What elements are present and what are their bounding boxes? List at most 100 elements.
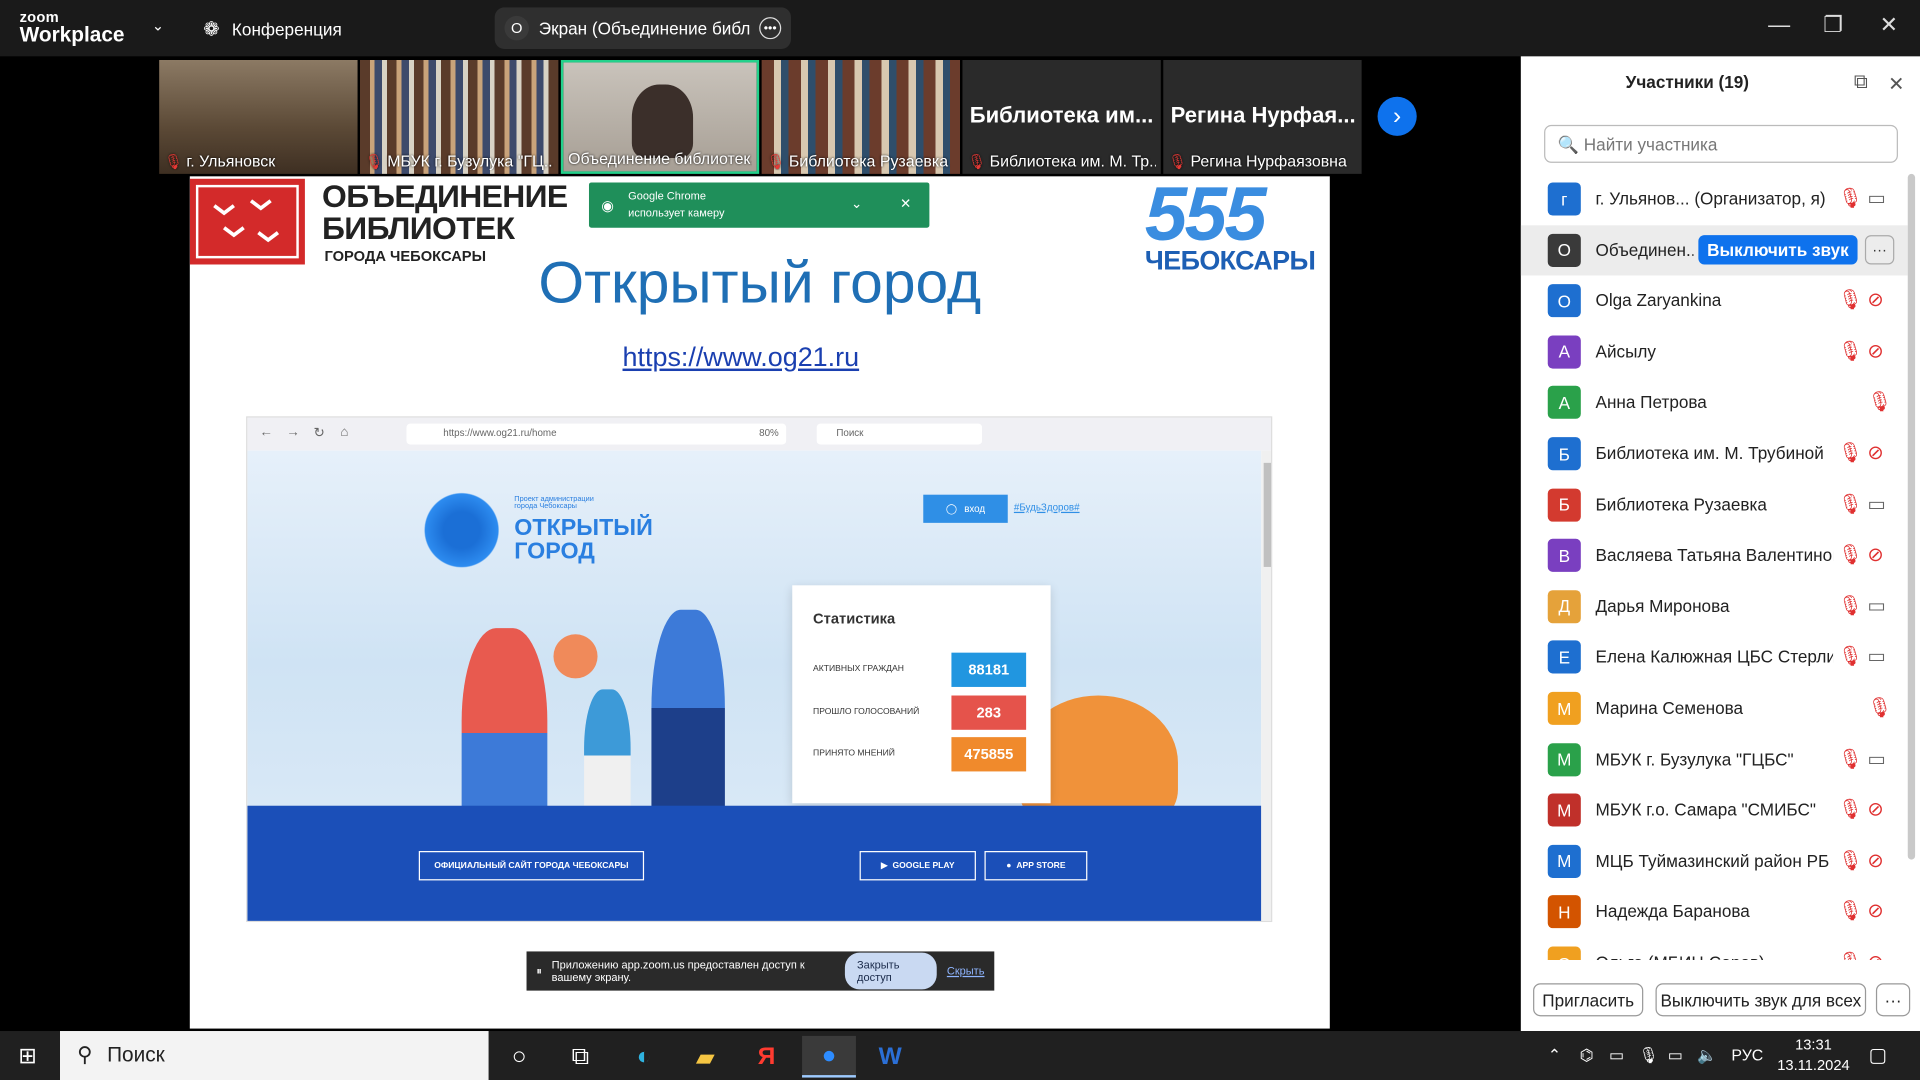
- apple-icon: ●: [1006, 861, 1012, 871]
- chevron-down-icon[interactable]: ⌄: [851, 196, 862, 212]
- notifications-icon[interactable]: ▢: [1869, 1043, 1888, 1067]
- more-options-button[interactable]: ···: [1875, 983, 1911, 1017]
- pop-out-icon[interactable]: ⧉: [1854, 72, 1868, 94]
- mic-muted-icon[interactable]: 🎙: [1838, 746, 1863, 770]
- close-icon[interactable]: ✕: [900, 196, 911, 212]
- participant-row[interactable]: Д Дарья Миронова 🎙 ▭: [1521, 581, 1908, 631]
- mic-muted-icon: 🎙: [364, 153, 384, 171]
- participant-row[interactable]: М Марина Семенова 🎙: [1521, 683, 1908, 733]
- participant-row[interactable]: Н Надежда Баранова 🎙 ⊘: [1521, 887, 1908, 937]
- camera-off-icon[interactable]: ⊘: [1867, 950, 1883, 960]
- app-store-button: ● APP STORE: [984, 851, 1088, 881]
- mic-muted-icon[interactable]: 🎙: [1838, 848, 1863, 872]
- mic-muted-icon[interactable]: 🎙: [1838, 441, 1863, 465]
- mic-muted-icon[interactable]: 🎙: [1838, 645, 1863, 669]
- participant-name: Надежда Баранова: [1595, 901, 1750, 922]
- participant-row[interactable]: Б Библиотека им. М. Трубиной 🎙 ⊘: [1521, 429, 1908, 479]
- mic-muted-icon[interactable]: 🎙: [1838, 950, 1863, 960]
- participant-row[interactable]: O Olga Zaryankina 🎙 ⊘: [1521, 276, 1908, 326]
- invite-button[interactable]: Пригласить: [1533, 983, 1644, 1017]
- video-tile[interactable]: 🎙 г. Ульяновск: [159, 60, 358, 174]
- mic-muted-icon[interactable]: 🎙: [1838, 797, 1863, 821]
- avatar: Е: [1547, 640, 1581, 674]
- close-button[interactable]: ✕: [1880, 12, 1898, 38]
- mic-muted-icon[interactable]: 🎙: [1838, 594, 1863, 618]
- mic-muted-icon[interactable]: 🎙: [1838, 339, 1863, 363]
- windows-start-icon[interactable]: ⊞: [18, 1043, 36, 1069]
- mic-muted-icon[interactable]: 🎙: [1838, 899, 1863, 923]
- edge-icon[interactable]: ◐: [617, 1036, 671, 1078]
- participant-row[interactable]: А Айсылу 🎙 ⊘: [1521, 327, 1908, 377]
- microphone-icon[interactable]: 🎙: [1638, 1046, 1658, 1066]
- participant-search-input[interactable]: 🔍 Найти участника: [1544, 124, 1898, 163]
- clock[interactable]: 13:31 13.11.2024: [1771, 1035, 1857, 1077]
- camera-off-icon[interactable]: ⊘: [1867, 543, 1883, 567]
- video-tile-off[interactable]: Регина Нурфая... 🎙 Регина Нурфаязовна: [1163, 60, 1362, 174]
- participant-row[interactable]: О Ольга (МБИЦ Саров) 🎙 ⊘: [1521, 938, 1908, 961]
- participant-row[interactable]: А Анна Петрова 🎙: [1521, 378, 1908, 428]
- mute-participant-button[interactable]: Выключить звук: [1698, 234, 1858, 264]
- zoom-icon[interactable]: ●: [802, 1035, 856, 1078]
- participant-row[interactable]: Е Елена Калюжная ЦБС Стерлита...🎙▭: [1521, 632, 1908, 682]
- restore-button[interactable]: ❐: [1823, 12, 1843, 38]
- video-tile[interactable]: 🎙 Библиотека Рузаевка: [761, 60, 961, 174]
- cortana-icon[interactable]: ○: [492, 1036, 546, 1078]
- mic-muted-icon[interactable]: 🎙: [1838, 543, 1863, 567]
- camera-icon[interactable]: ▭: [1867, 746, 1886, 770]
- mic-muted-icon[interactable]: 🎙: [1838, 288, 1863, 312]
- display-icon[interactable]: ▭: [1668, 1046, 1683, 1066]
- camera-off-icon[interactable]: ⊘: [1867, 899, 1883, 923]
- participant-row[interactable]: М МБУК г. Бузулука "ГЦБС" 🎙 ▭: [1521, 734, 1908, 784]
- participant-row[interactable]: О Объединен... Выключить звук ···: [1520, 224, 1908, 276]
- taskbar-search[interactable]: ⚲ Поиск: [60, 1031, 489, 1080]
- more-options-icon[interactable]: •••: [759, 17, 782, 40]
- mic-muted-icon[interactable]: 🎙: [1867, 696, 1892, 720]
- camera-off-icon[interactable]: ⊘: [1867, 797, 1883, 821]
- camera-icon[interactable]: ▭: [1867, 594, 1886, 618]
- minimize-button[interactable]: —: [1768, 12, 1790, 38]
- video-tile[interactable]: 🎙 МБУК г. Бузулука "ГЦ...: [360, 60, 559, 174]
- avatar: Д: [1547, 589, 1581, 624]
- camera-icon[interactable]: ▭: [1867, 186, 1886, 210]
- tile-name: Объединение библиотек...: [568, 149, 752, 168]
- camera-icon[interactable]: ▭: [1867, 492, 1886, 516]
- volume-icon[interactable]: 🔈: [1697, 1046, 1717, 1066]
- hide-link[interactable]: Скрыть: [947, 965, 985, 977]
- participant-row[interactable]: М МБУК г.о. Самара "СМИБС" 🎙 ⊘: [1521, 785, 1908, 835]
- word-icon[interactable]: W: [863, 1036, 917, 1078]
- yandex-icon[interactable]: Я: [740, 1036, 794, 1078]
- slide-link[interactable]: https://www.og21.ru: [190, 342, 1292, 374]
- close-icon[interactable]: ✕: [1888, 72, 1904, 96]
- video-tile-active[interactable]: Объединение библиотек...: [560, 60, 760, 174]
- screen-share-pill[interactable]: О Экран (Объединение библиоте •••: [494, 7, 792, 49]
- mic-muted-icon[interactable]: 🎙: [1838, 492, 1863, 516]
- participant-row[interactable]: г г. Ульянов... (Организатор, я) 🎙 ▭: [1521, 174, 1908, 224]
- chevron-up-icon[interactable]: ⌃: [1548, 1046, 1561, 1066]
- participant-row[interactable]: М МЦБ Туймазинский район РБ 🎙 ⊘: [1521, 836, 1908, 886]
- meeting-menu-button[interactable]: ❁ Конференция: [203, 17, 342, 41]
- task-view-icon[interactable]: ⧉: [553, 1036, 607, 1078]
- mic-muted-icon[interactable]: 🎙: [1838, 186, 1863, 210]
- language-indicator[interactable]: РУС: [1731, 1046, 1763, 1064]
- more-options-button[interactable]: ···: [1864, 234, 1895, 264]
- next-page-button[interactable]: ›: [1377, 96, 1417, 136]
- camera-icon[interactable]: ▭: [1867, 645, 1886, 669]
- org-title: ОБЪЕДИНЕНИЕ БИБЛИОТЕК: [322, 177, 568, 247]
- camera-off-icon[interactable]: ⊘: [1867, 848, 1883, 872]
- network-icon[interactable]: ⌬: [1580, 1046, 1594, 1066]
- camera-off-icon[interactable]: ⊘: [1867, 441, 1883, 465]
- participant-row[interactable]: В Васляева Татьяна Валентиновна🎙⊘: [1521, 530, 1908, 580]
- chevron-down-icon[interactable]: ⌄: [152, 17, 164, 34]
- mic-muted-icon[interactable]: 🎙: [1867, 390, 1892, 414]
- stop-access-button[interactable]: Закрыть доступ: [844, 952, 938, 990]
- video-tile-off[interactable]: Библиотека им... 🎙 Библиотека им. М. Тр..…: [962, 60, 1161, 174]
- camera-off-icon[interactable]: ⊘: [1867, 339, 1883, 363]
- camera-off-icon[interactable]: ⊘: [1867, 288, 1883, 312]
- participant-row[interactable]: Б Библиотека Рузаевка 🎙 ▭: [1521, 480, 1908, 530]
- file-explorer-icon[interactable]: ▰: [678, 1036, 732, 1078]
- mute-all-button[interactable]: Выключить звук для всех: [1655, 983, 1867, 1017]
- list-scrollbar[interactable]: [1907, 173, 1916, 860]
- battery-icon[interactable]: ▭: [1609, 1046, 1624, 1066]
- website-hero: Проект администрации города Чебоксары ОТК…: [247, 450, 1262, 861]
- avatar: М: [1547, 793, 1581, 827]
